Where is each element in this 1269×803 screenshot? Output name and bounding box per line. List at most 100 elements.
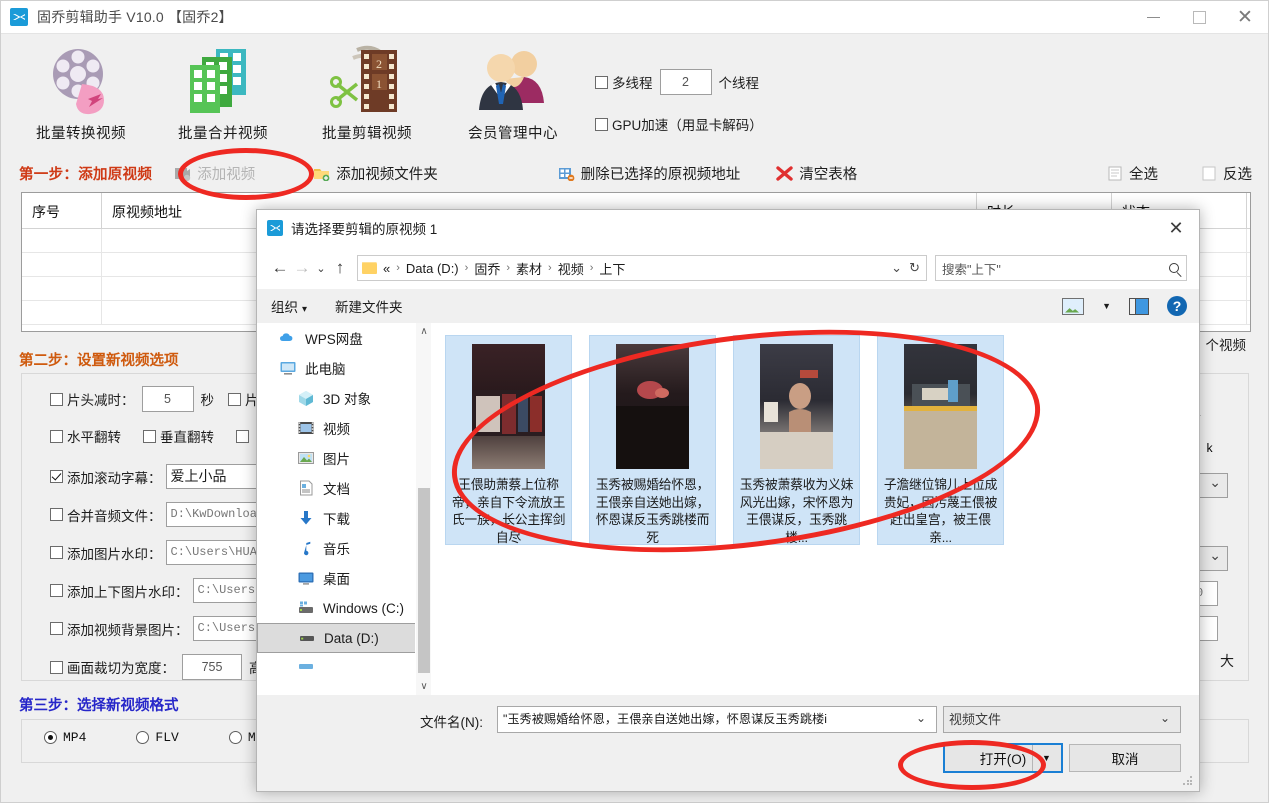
- image-watermark-checkbox[interactable]: [50, 546, 63, 559]
- filename-input[interactable]: "玉秀被赐婚给怀恩，王偎亲自送她出嫁，怀恩谋反玉秀跳楼i: [497, 706, 937, 733]
- tool-batch-clip[interactable]: 2 1 批量剪辑视频: [303, 40, 431, 143]
- file-list-pane[interactable]: 王偎助萧蔡上位称帝，亲自下令流放王氏一族，长公主挥剑自尽 玉秀被赐婚给怀恩，王偎…: [431, 323, 1199, 695]
- tool-batch-convert[interactable]: 批量转换视频: [17, 40, 145, 143]
- help-icon[interactable]: ?: [1167, 296, 1187, 316]
- crop-width-input[interactable]: 755: [182, 654, 242, 680]
- view-dropdown-caret[interactable]: ▼: [1102, 301, 1111, 311]
- select-all-button[interactable]: 全选: [1108, 163, 1158, 184]
- breadcrumb-drive[interactable]: Data (D:): [406, 261, 459, 276]
- delete-selected-button[interactable]: 删除已选择的原视频地址: [558, 163, 740, 184]
- filename-label: 文件名(N):: [420, 715, 483, 730]
- search-input[interactable]: 搜索"上下": [935, 255, 1187, 281]
- sidebar-item-this-pc[interactable]: 此电脑: [257, 353, 431, 383]
- open-split-caret[interactable]: ▼: [1032, 745, 1060, 771]
- add-video-button[interactable]: 添加视频: [174, 163, 255, 184]
- sidebar-item-windows-c[interactable]: Windows (C:): [257, 593, 431, 623]
- refresh-icon[interactable]: ↻: [909, 260, 920, 276]
- clear-table-button[interactable]: 清空表格: [776, 163, 857, 184]
- gpu-option[interactable]: GPU加速（用显卡解码）: [595, 114, 763, 134]
- sidebar-item-pictures[interactable]: 图片: [257, 443, 431, 473]
- address-bar[interactable]: « › Data (D:) › 固乔 › 素材 › 视频 › 上下 ⌄ ↻: [357, 255, 927, 281]
- tb-watermark-checkbox[interactable]: [50, 584, 63, 597]
- scroll-down-arrow[interactable]: ∨: [416, 678, 431, 695]
- format-mp4-option[interactable]: MP4: [44, 730, 86, 745]
- resize-grip[interactable]: [1183, 776, 1193, 786]
- gpu-checkbox[interactable]: [595, 117, 608, 131]
- file-tile[interactable]: 玉秀被赐婚给怀恩，王偎亲自送她出嫁，怀恩谋反玉秀跳楼而死: [589, 335, 716, 545]
- flv-radio[interactable]: [136, 731, 150, 744]
- sidebar-label: 此电脑: [305, 362, 346, 377]
- file-tile[interactable]: 子澹继位锦儿上位成贵妃，因污蔑王偎被赶出皇宫，被王偎亲...: [877, 335, 1004, 545]
- dialog-close-button[interactable]: ✕: [1153, 210, 1199, 247]
- mp4-radio[interactable]: [44, 731, 57, 744]
- format-radio-group[interactable]: MP4 FLV MOV: [44, 730, 271, 745]
- dialog-sidebar[interactable]: WPS网盘 此电脑 3D 对象 视频 图片 文档 下载 音乐 桌面 Window…: [257, 323, 431, 695]
- breadcrumb-l4[interactable]: 视频: [558, 259, 584, 278]
- add-video-folder-button[interactable]: 添加视频文件夹: [313, 163, 438, 184]
- scroll-up-arrow[interactable]: ∧: [416, 323, 431, 340]
- address-dropdown-caret[interactable]: ⌄: [891, 260, 902, 276]
- cancel-button[interactable]: 取消: [1069, 744, 1181, 772]
- opt-flip[interactable]: 水平翻转 垂直翻转: [50, 426, 253, 446]
- opt-crop-width[interactable]: 画面裁切为宽度： 755 高: [50, 654, 263, 680]
- breadcrumb-l3[interactable]: 素材: [516, 259, 542, 278]
- sidebar-item-documents[interactable]: 文档: [257, 473, 431, 503]
- tool-member-center[interactable]: 会员管理中心: [449, 40, 577, 143]
- bg-image-label: 添加视频背景图片：: [67, 622, 189, 638]
- maximize-button[interactable]: [1176, 1, 1222, 34]
- svg-text:1: 1: [376, 77, 382, 91]
- file-tile[interactable]: 王偎助萧蔡上位称帝，亲自下令流放王氏一族，长公主挥剑自尽: [445, 335, 572, 545]
- sidebar-label: 文档: [323, 482, 350, 497]
- sidebar-item-wps[interactable]: WPS网盘: [257, 323, 431, 353]
- opt-head-trim[interactable]: 片头减时： 5 秒 片尾: [50, 386, 272, 412]
- filetype-dropdown-caret[interactable]: ⌄: [1160, 711, 1170, 725]
- sidebar-item-partial[interactable]: [257, 653, 431, 683]
- file-tile[interactable]: 玉秀被萧蔡收为义妹风光出嫁，宋怀恩为王偎谋反，玉秀跳楼...: [733, 335, 860, 545]
- filetype-select[interactable]: 视频文件: [943, 706, 1181, 733]
- video-thumbnail: [760, 344, 833, 469]
- breadcrumb-l2[interactable]: 固乔: [474, 259, 500, 278]
- multithread-checkbox[interactable]: [595, 75, 608, 89]
- vflip-checkbox[interactable]: [143, 429, 156, 443]
- recent-locations-button[interactable]: ⌄: [313, 262, 329, 275]
- sidebar-item-videos[interactable]: 视频: [257, 413, 431, 443]
- tail-trim-checkbox[interactable]: [228, 392, 241, 406]
- video-count-label: 个视频: [1205, 338, 1247, 353]
- mov-radio[interactable]: [228, 731, 242, 744]
- filename-dropdown-caret[interactable]: ⌄: [916, 711, 926, 725]
- sidebar-item-desktop[interactable]: 桌面: [257, 563, 431, 593]
- head-trim-input[interactable]: 5: [141, 386, 194, 412]
- minimize-button[interactable]: [1130, 1, 1176, 34]
- format-flv-option[interactable]: FLV: [136, 730, 179, 745]
- sidebar-item-data-d[interactable]: Data (D:): [257, 621, 431, 653]
- scroll-subtitle-checkbox[interactable]: [50, 470, 63, 483]
- drive-icon: [297, 659, 315, 677]
- head-trim-checkbox[interactable]: [50, 392, 63, 406]
- sidebar-item-3d-objects[interactable]: 3D 对象: [257, 383, 431, 413]
- multithread-option[interactable]: 多线程 2 个线程: [595, 69, 759, 95]
- crop-checkbox[interactable]: [50, 660, 63, 674]
- close-button[interactable]: ✕: [1222, 1, 1268, 34]
- extra-flip-checkbox[interactable]: [236, 429, 249, 443]
- tool-batch-merge[interactable]: 批量合并视频: [159, 40, 287, 143]
- sidebar-item-downloads[interactable]: 下载: [257, 503, 431, 533]
- bg-image-checkbox[interactable]: [50, 622, 63, 635]
- scroll-thumb[interactable]: [418, 488, 430, 673]
- new-folder-button[interactable]: 新建文件夹: [335, 296, 403, 316]
- forward-button[interactable]: →: [291, 258, 313, 278]
- folder-icon: [362, 262, 377, 274]
- organize-button[interactable]: 组织 ▾: [271, 296, 307, 316]
- back-button[interactable]: ←: [269, 258, 291, 278]
- breadcrumb-l5[interactable]: 上下: [599, 259, 625, 278]
- preview-pane-icon[interactable]: [1129, 297, 1149, 315]
- large-icons-icon[interactable]: [1062, 297, 1085, 315]
- merge-audio-checkbox[interactable]: [50, 508, 63, 521]
- sidebar-scrollbar[interactable]: ∧ ∨: [415, 323, 431, 695]
- tool-label: 批量转换视频: [36, 126, 126, 142]
- step1-label: 第一步：添加原视频: [19, 166, 153, 183]
- up-button[interactable]: ↑: [329, 258, 351, 278]
- thread-count-input[interactable]: 2: [659, 69, 712, 95]
- invert-select-button[interactable]: 反选: [1202, 163, 1252, 184]
- sidebar-item-music[interactable]: 音乐: [257, 533, 431, 563]
- hflip-checkbox[interactable]: [50, 429, 63, 443]
